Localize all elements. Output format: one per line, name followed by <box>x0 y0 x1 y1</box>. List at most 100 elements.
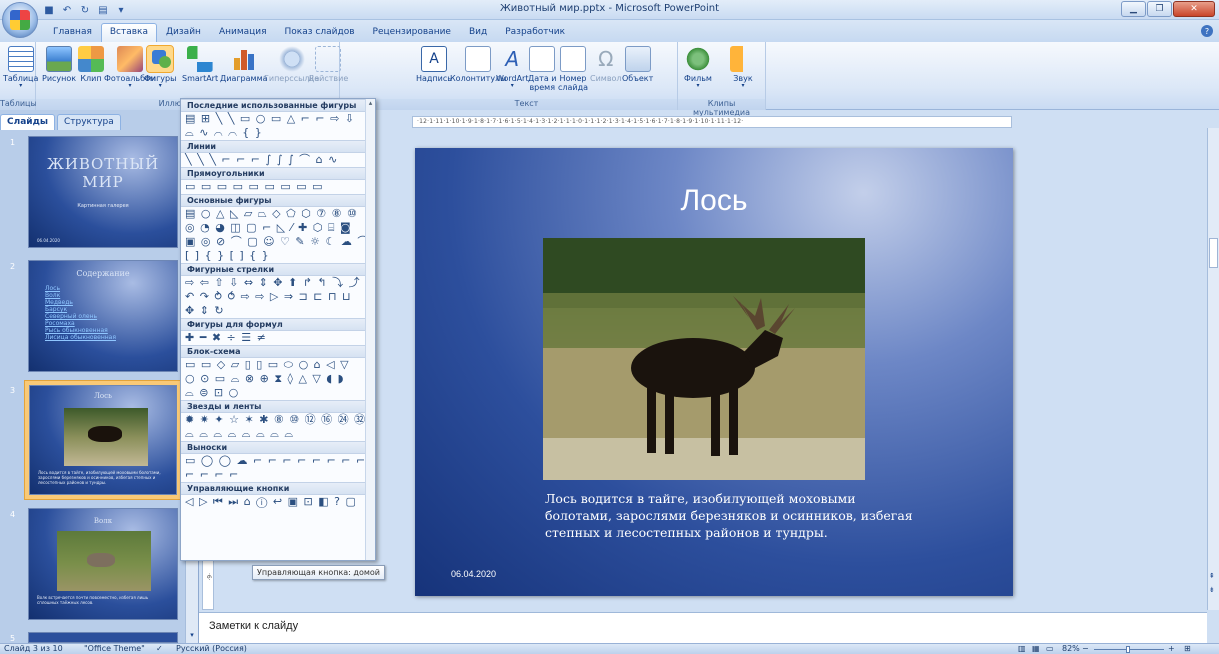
moose-illustration <box>543 238 865 480</box>
notes-pane[interactable]: Заметки к слайду <box>199 612 1207 643</box>
slide-number: 5 <box>10 634 16 643</box>
shape-row[interactable]: ▣ ◎ ⊘ ⌒ ▢ ☺ ♡ ✎ ☼ ☾ ☁ ⌒ <box>181 235 375 249</box>
shape-row[interactable]: ▭ ▭ ▭ ▭ ▭ ▭ ▭ ▭ ▭ <box>181 180 375 194</box>
shape-row[interactable]: [ ] { } [ ] { } <box>181 249 375 263</box>
chart-icon <box>231 46 257 72</box>
sorter-view-icon[interactable]: ▦ <box>1032 644 1040 653</box>
chart-button[interactable]: Диаграмма <box>220 46 268 83</box>
clipart-icon <box>78 46 104 72</box>
shape-row[interactable]: ▤ ⊞ ╲ ╲ ▭ ○ ▭ △ ⌐ ⌐ ⇨ ⇩ <box>181 112 375 126</box>
help-icon[interactable]: ? <box>1201 25 1213 37</box>
thumb-date: 06.04.2020 <box>37 238 60 243</box>
datetime-button[interactable]: Дата и время <box>528 46 556 92</box>
symbol-button[interactable]: Ω Символ <box>590 46 622 83</box>
shape-row[interactable]: ◎ ◔ ◕ ◫ ▢ ⌐ ◺ ⁄ ✚ ⬡ ⌸ ◙ <box>181 221 375 235</box>
object-button[interactable]: Объект <box>622 46 653 83</box>
scroll-thumb[interactable] <box>1209 238 1218 268</box>
tab-7[interactable]: Разработчик <box>496 23 574 42</box>
moose-photo[interactable] <box>543 238 865 480</box>
chart-label: Диаграмма <box>220 74 268 83</box>
slidenum-button[interactable]: Номер слайда <box>558 46 588 92</box>
shape-row[interactable]: ✥ ⇕ ↻ <box>181 304 375 318</box>
office-button[interactable] <box>2 2 38 38</box>
scroll-up-icon[interactable]: ▴ <box>366 99 375 107</box>
action-button[interactable]: Действие <box>308 46 348 83</box>
window-controls: ▁ ❐ ✕ <box>1121 1 1215 17</box>
zoom-in-icon[interactable]: + <box>1168 644 1175 653</box>
slideshow-view-icon[interactable]: ▭ <box>1046 644 1054 653</box>
smartart-button[interactable]: SmartArt <box>182 46 218 83</box>
tab-6[interactable]: Вид <box>460 23 496 42</box>
zoom-slider-thumb[interactable] <box>1126 646 1130 653</box>
slide-thumbnail-3[interactable]: Лось Лось водится в тайге, изобилующей м… <box>24 380 182 500</box>
shape-row[interactable]: ⌓ ⌓ ⌓ ⌓ ⌓ ⌓ ⌓ ⌓ <box>181 427 375 441</box>
tab-outline[interactable]: Структура <box>56 114 121 130</box>
wordart-button[interactable]: A WordArt ▾ <box>496 46 528 89</box>
gallery-scrollbar[interactable]: ▴ <box>365 99 375 560</box>
zoom-level[interactable]: 82% <box>1062 644 1080 653</box>
restore-button[interactable]: ❐ <box>1147 1 1172 17</box>
shape-row[interactable]: ○ ⊙ ▭ ⌓ ⊗ ⊕ ⧗ ◊ △ ▽ ◖ ◗ <box>181 372 375 386</box>
slide-canvas[interactable]: Лось Лось водится в тайге, изобилующей м… <box>415 148 1013 596</box>
tab-3[interactable]: Анимация <box>210 23 276 42</box>
tab-2[interactable]: Дизайн <box>157 23 210 42</box>
shape-row[interactable]: ◁ ▷ ⏮ ⏭ ⌂ ⓘ ↩ ▣ ⊡ ◧ ? ▢ <box>181 495 375 509</box>
shape-row[interactable]: ↶ ↷ ⥁ ⥀ ⇨ ⇨ ▷ ⇒ ⊐ ⊏ ⊓ ⊔ <box>181 290 375 304</box>
clip-button[interactable]: Клип <box>78 46 104 83</box>
tab-4[interactable]: Показ слайдов <box>276 23 364 42</box>
calendar-icon <box>529 46 556 72</box>
scroll-down-icon[interactable]: ▾ <box>187 631 197 641</box>
tab-0[interactable]: Главная <box>44 23 101 42</box>
close-button[interactable]: ✕ <box>1173 1 1215 17</box>
slide-body-text[interactable]: Лось водится в тайге, изобилующей моховы… <box>545 490 915 541</box>
spellcheck-icon[interactable]: ✓ <box>156 644 163 653</box>
shape-row[interactable]: ▤ ○ △ ◺ ▱ ⏢ ◇ ⬠ ⬡ ⑦ ⑧ ⑩ <box>181 207 375 221</box>
slide-thumbnail-5[interactable] <box>28 632 178 643</box>
shape-row[interactable]: ▭ ◯ ◯ ☁ ⌐ ⌐ ⌐ ⌐ ⌐ ⌐ ⌐ ⌐ <box>181 454 375 468</box>
thumb-link: Северный олень <box>45 313 98 320</box>
thumbnail-canvas: Волк Волк встречается почти повсеместно,… <box>28 508 178 620</box>
shape-row[interactable]: ✚ ━ ✖ ÷ ☰ ≠ <box>181 331 375 345</box>
minimize-button[interactable]: ▁ <box>1121 1 1146 17</box>
next-slide-icon[interactable]: ⇟ <box>1209 586 1215 594</box>
picture-button[interactable]: Рисунок <box>42 46 76 83</box>
table-button[interactable]: Таблица ▾ <box>3 46 38 89</box>
fit-window-icon[interactable]: ⊞ <box>1184 644 1191 653</box>
sound-button[interactable]: Звук ▾ <box>730 46 756 89</box>
shape-row[interactable]: ╲ ╲ ╲ ⌐ ⌐ ⌐ ∫ ∫ ∫ ⌒ ⌂ ∿ <box>181 153 375 167</box>
slide-number: 1 <box>10 138 16 147</box>
thumbnail-canvas: ЖИВОТНЫЙ МИР Картинная галерея 06.04.202… <box>28 136 178 248</box>
omega-icon: Ω <box>598 47 614 71</box>
thumb-link: Росомаха <box>45 320 75 327</box>
slide-number: 4 <box>10 510 16 519</box>
group-media-label: Клипы мультимедиа <box>678 99 765 117</box>
slide-thumbnail-1[interactable]: ЖИВОТНЫЙ МИР Картинная галерея 06.04.202… <box>24 132 182 252</box>
tab-1[interactable]: Вставка <box>100 23 158 42</box>
slide-title[interactable]: Лось <box>415 184 1013 218</box>
textbox-button[interactable]: A Надпись <box>416 46 452 83</box>
tab-5[interactable]: Рецензирование <box>364 23 460 42</box>
slide-thumbnail-4[interactable]: Волк Волк встречается почти повсеместно,… <box>24 504 182 624</box>
shape-row[interactable]: ✹ ✷ ✦ ☆ ✶ ✱ ⑧ ⑩ ⑫ ⑯ ㉔ ㉜ <box>181 413 375 427</box>
slide-date[interactable]: 06.04.2020 <box>451 569 496 579</box>
horizontal-ruler[interactable]: ·12·1·11·1·10·1·9·1·8·1·7·1·6·1·5·1·4·1·… <box>412 116 1012 128</box>
normal-view-icon[interactable]: ▥ <box>1018 644 1026 653</box>
slide-thumbnail-2[interactable]: Содержание Лось Волк Медведь Барсук Севе… <box>24 256 182 376</box>
tab-slides[interactable]: Слайды <box>0 114 55 130</box>
shape-row[interactable]: ▭ ▭ ◇ ▱ ▯ ▯ ▭ ⬭ ○ ⌂ ◁ ▽ <box>181 358 375 372</box>
slide-scrollbar[interactable]: ⇞ ⇟ <box>1207 128 1219 610</box>
shapes-button[interactable]: Фигуры ▾ <box>144 45 176 89</box>
gallery-section-header: Основные фигуры <box>181 194 375 207</box>
prev-slide-icon[interactable]: ⇞ <box>1209 572 1215 580</box>
theme-name[interactable]: "Office Theme" <box>84 644 145 653</box>
shape-row[interactable]: ⇨ ⇦ ⇧ ⇩ ⇔ ⇕ ✥ ⬆ ↱ ↰ ⤵ ⤴ <box>181 276 375 290</box>
zoom-out-icon[interactable]: − <box>1082 644 1089 653</box>
movie-button[interactable]: Фильм ▾ <box>684 46 712 89</box>
shape-row[interactable]: ⌓ ∿ ⌒ ⌒ { } <box>181 126 375 140</box>
thumb-link: Лисица обыкновенная <box>45 334 116 341</box>
shape-row[interactable]: ⌓ ⊜ ⊡ ○ <box>181 386 375 400</box>
zoom-slider[interactable] <box>1094 646 1164 653</box>
language[interactable]: Русский (Россия) <box>176 644 247 653</box>
shape-row[interactable]: ⌐ ⌐ ⌐ ⌐ <box>181 468 375 482</box>
group-media: Фильм ▾ Звук ▾ Клипы мультимедиа <box>678 42 766 117</box>
